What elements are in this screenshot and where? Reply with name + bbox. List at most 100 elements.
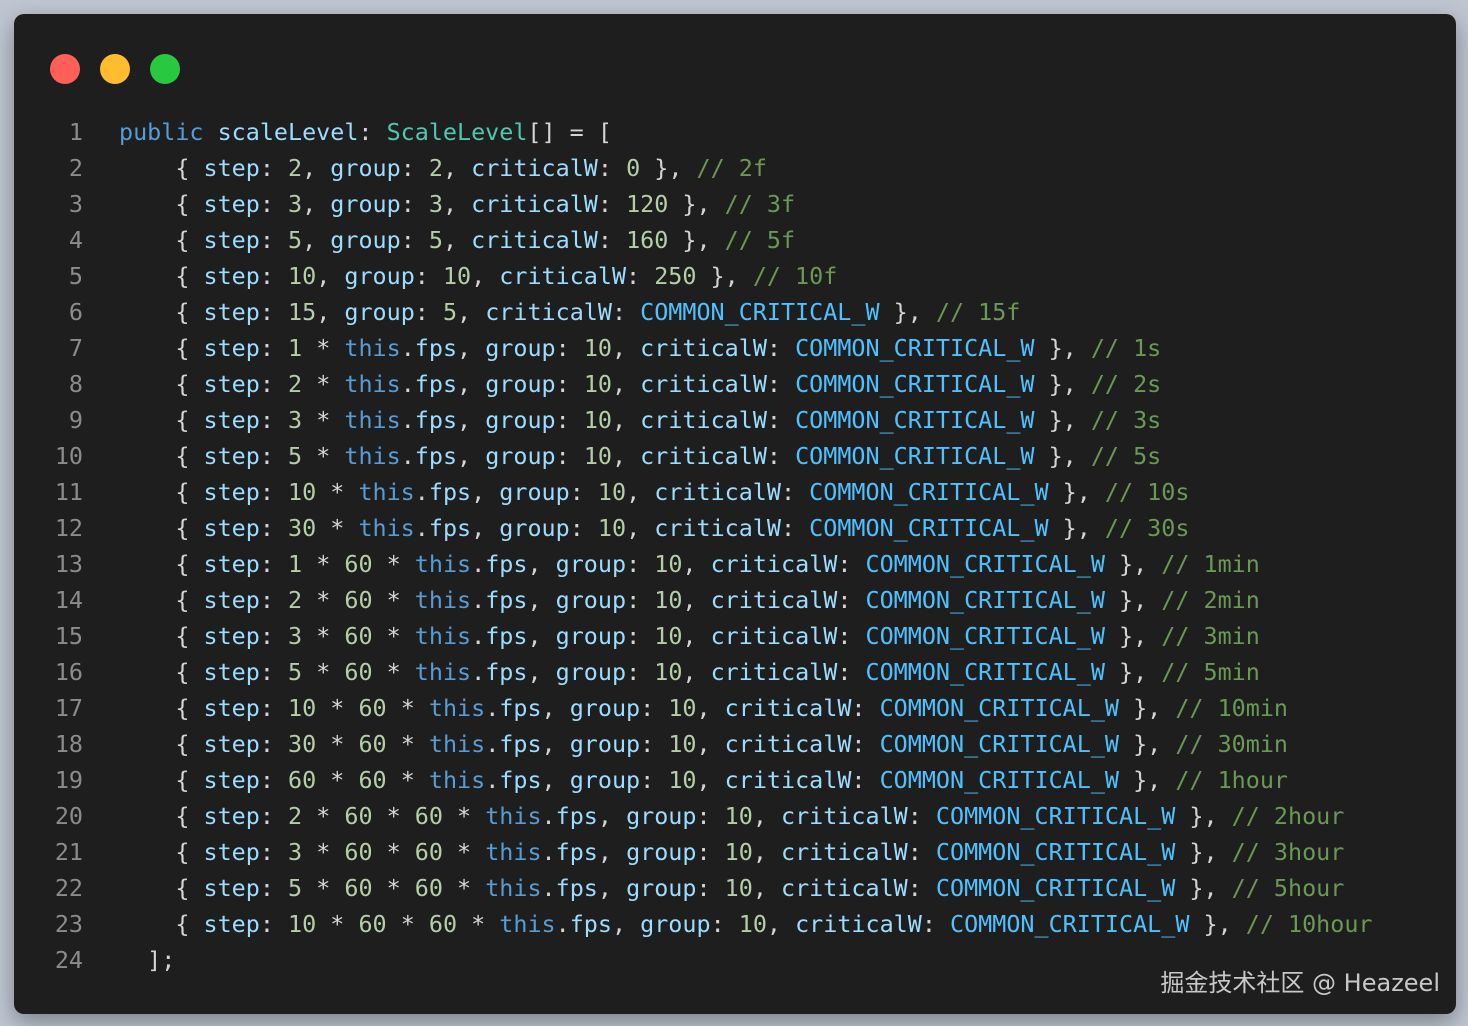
code-token-property: group (555, 586, 627, 614)
code-token-number: 10 (668, 730, 697, 758)
code-token-punct: { (119, 226, 204, 254)
code-token-punct: , (752, 802, 781, 830)
code-token-property: criticalW (710, 550, 838, 578)
code-token-punct: : (555, 442, 584, 470)
code-token-number: 5 (288, 874, 303, 902)
code-token-property: criticalW (499, 262, 627, 290)
code-token-punct: , (597, 838, 627, 866)
code-token-punct: * (316, 910, 359, 938)
code-token-keyword: this (428, 730, 486, 758)
line-text: ]; (119, 942, 175, 978)
close-button[interactable] (50, 54, 80, 84)
code-token-keyword: this (414, 622, 472, 650)
line-number: 10 (54, 442, 83, 470)
code-token-punct: : (696, 802, 725, 830)
line-text: { step: 10 * this.fps, group: 10, critic… (119, 474, 1189, 510)
code-line: 16 { step: 5 * 60 * this.fps, group: 10,… (14, 654, 1456, 690)
code-token-punct: . (541, 874, 556, 902)
line-text: { step: 10, group: 10, criticalW: 250 },… (119, 258, 837, 294)
code-token-punct: * (302, 622, 345, 650)
code-token-property: criticalW (781, 874, 908, 902)
code-token-number: 60 (358, 730, 387, 758)
code-line: 22 { step: 5 * 60 * 60 * this.fps, group… (14, 870, 1456, 906)
code-token-property: fps (485, 550, 528, 578)
code-token-punct: * (302, 406, 345, 434)
code-token-property: step (203, 766, 260, 794)
code-token-punct: . (400, 406, 415, 434)
code-token-punct: { (119, 262, 204, 290)
code-token-keyword: this (499, 910, 556, 938)
line-text: { step: 5 * 60 * this.fps, group: 10, cr… (119, 654, 1260, 690)
code-token-punct: : (626, 550, 655, 578)
code-token-punct: , (457, 298, 486, 326)
code-token-number: 120 (626, 190, 669, 218)
code-token-number: 5 (288, 442, 303, 470)
code-token-punct: : (259, 874, 289, 902)
code-token-number: 2 (288, 154, 303, 182)
line-text: { step: 2 * 60 * 60 * this.fps, group: 1… (119, 798, 1344, 834)
code-token-punct: , (457, 442, 486, 470)
code-token-punct: * (316, 766, 359, 794)
code-token-punct: }, (1104, 658, 1162, 686)
line-number: 5 (68, 262, 83, 290)
code-token-number: 10 (724, 874, 753, 902)
code-token-property: criticalW (724, 766, 852, 794)
code-token-number: 60 (344, 550, 373, 578)
code-token-number: 60 (344, 586, 373, 614)
code-token-punct: , (527, 586, 556, 614)
code-token-punct: , (471, 262, 500, 290)
code-token-punct: : (259, 910, 289, 938)
code-token-punct: : (597, 154, 627, 182)
maximize-button[interactable] (150, 54, 180, 84)
code-token-property: group (626, 838, 697, 866)
code-token-punct: : (597, 226, 627, 254)
line-text: { step: 60 * 60 * this.fps, group: 10, c… (119, 762, 1288, 798)
code-token-punct: . (471, 550, 486, 578)
line-number: 13 (54, 550, 83, 578)
code-token-punct: , (527, 658, 556, 686)
code-token-number: 5 (442, 298, 458, 326)
code-token-number: 10 (597, 478, 627, 506)
code-token-punct: , (611, 406, 641, 434)
code-token-punct: : (400, 190, 429, 218)
code-token-punct: }, (1175, 838, 1232, 866)
code-token-punct: : (414, 298, 443, 326)
code-token-punct: }, (1034, 370, 1091, 398)
line-number: 17 (54, 694, 83, 722)
code-token-property: fps (555, 874, 598, 902)
code-token-punct: ]; (119, 946, 176, 974)
line-text: { step: 10 * 60 * 60 * this.fps, group: … (119, 906, 1372, 942)
minimize-button[interactable] (100, 54, 130, 84)
code-token-punct: : (611, 298, 641, 326)
code-token-number: 10 (654, 586, 683, 614)
code-token-punct: * (316, 478, 359, 506)
line-number: 2 (68, 154, 83, 182)
code-token-punct: . (471, 586, 486, 614)
code-token-punct: : (640, 694, 669, 722)
code-token-punct: { (119, 838, 204, 866)
code-token-punct: , (682, 586, 711, 614)
code-token-constant: COMMON_CRITICAL_W (865, 622, 1105, 650)
code-token-punct: , (457, 334, 486, 362)
code-token-punct: , (471, 478, 500, 506)
code-token-punct: . (471, 622, 486, 650)
code-token-number: 60 (358, 910, 387, 938)
code-token-punct: : (640, 730, 669, 758)
code-token-property: step (203, 442, 260, 470)
code-line: 10 { step: 5 * this.fps, group: 10, crit… (14, 438, 1456, 474)
code-token-keyword: this (344, 370, 401, 398)
code-token-property: criticalW (654, 514, 781, 542)
code-token-constant: COMMON_CRITICAL_W (795, 406, 1035, 434)
code-token-comment: // 10min (1175, 694, 1288, 722)
code-token-property: step (203, 406, 260, 434)
code-token-number: 10 (288, 694, 317, 722)
code-line: 19 { step: 60 * 60 * this.fps, group: 10… (14, 762, 1456, 798)
code-token-property: fps (569, 910, 612, 938)
code-token-property: group (626, 874, 697, 902)
line-text: { step: 3 * 60 * 60 * this.fps, group: 1… (119, 834, 1344, 870)
code-token-punct: : (259, 694, 289, 722)
line-text: { step: 3 * 60 * this.fps, group: 10, cr… (119, 618, 1260, 654)
line-number: 3 (68, 190, 83, 218)
line-text: { step: 30 * this.fps, group: 10, critic… (119, 510, 1189, 546)
code-token-punct: * (302, 442, 345, 470)
